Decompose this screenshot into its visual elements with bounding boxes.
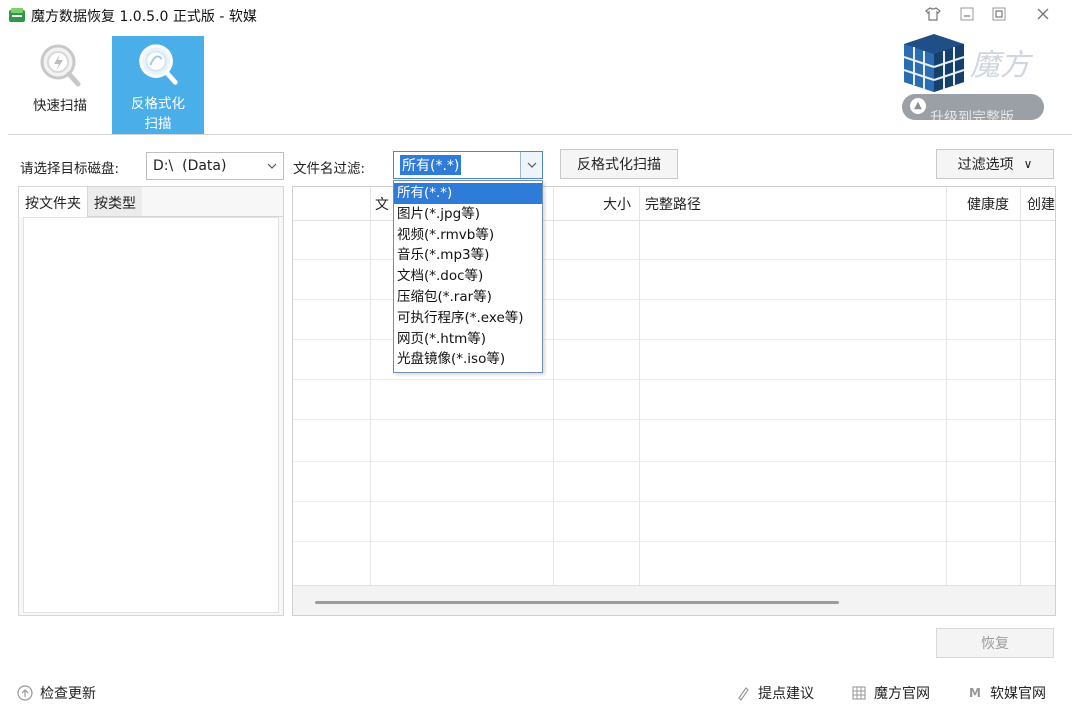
tab-by-folder[interactable]: 按文件夹 xyxy=(19,187,88,217)
upgrade-arrow-icon: ▲ xyxy=(910,98,926,114)
recover-button[interactable]: 恢复 xyxy=(936,628,1054,658)
official-site-label: 魔方官网 xyxy=(874,686,930,702)
app-window: 魔方数据恢复 1.0.5.0 正式版 - 软媒 快速扫描 反格式化 扫描 魔方 … xyxy=(0,0,1080,710)
dropdown-item-documents[interactable]: 文档(*.doc等) xyxy=(394,266,542,287)
quick-scan-icon xyxy=(40,44,81,87)
disk-select-value: D:\ (Data) xyxy=(153,158,227,174)
upgrade-button[interactable]: ▲ 升级到完整版 xyxy=(902,94,1044,120)
column-divider xyxy=(946,187,947,585)
app-icon xyxy=(9,8,25,22)
unformat-scan-icon xyxy=(139,44,178,85)
row-divider xyxy=(293,379,1055,380)
chevron-down-icon xyxy=(261,153,283,179)
column-header-created[interactable]: 创建 xyxy=(1027,187,1055,221)
ruanmei-site-label: 软媒官网 xyxy=(990,686,1046,702)
title-bar: 魔方数据恢复 1.0.5.0 正式版 - 软媒 xyxy=(0,0,1080,30)
name-filter-value: 所有(*.*) xyxy=(400,155,462,175)
quick-scan-label: 快速扫描 xyxy=(33,98,87,114)
column-header-health[interactable]: 健康度 xyxy=(967,187,1009,221)
dropdown-item-music[interactable]: 音乐(*.mp3等) xyxy=(394,245,542,266)
disk-label: 请选择目标磁盘: xyxy=(20,161,120,177)
folder-tree[interactable] xyxy=(23,217,279,613)
name-filter-dropdown: 所有(*.*) 图片(*.jpg等) 视频(*.rmvb等) 音乐(*.mp3等… xyxy=(393,180,543,373)
grid-icon xyxy=(850,684,868,702)
maximize-icon[interactable] xyxy=(986,3,1012,25)
tab-by-type[interactable]: 按类型 xyxy=(88,187,142,217)
column-divider xyxy=(1020,187,1021,585)
name-filter-label: 文件名过滤: xyxy=(293,161,366,177)
tab-bar-fill xyxy=(142,187,283,217)
row-divider xyxy=(293,461,1055,462)
mofang-logo-text: 魔方 xyxy=(970,48,1030,83)
row-divider xyxy=(293,419,1055,420)
official-site-link[interactable]: 魔方官网 xyxy=(850,683,930,703)
toolbar-divider xyxy=(8,134,1072,135)
quick-scan-button[interactable]: 快速扫描 xyxy=(14,36,106,134)
name-filter-select[interactable]: 所有(*.*) xyxy=(393,151,543,179)
filter-options-caret-icon: ∨ xyxy=(1023,157,1033,171)
feedback-link[interactable]: 提点建议 xyxy=(734,683,814,703)
left-panel: 按文件夹 按类型 xyxy=(18,186,284,616)
close-icon[interactable] xyxy=(1030,3,1056,25)
unformat-scan-button[interactable]: 反格式化 扫描 xyxy=(112,36,204,134)
pen-icon xyxy=(734,684,752,702)
column-divider xyxy=(553,187,554,585)
chevron-down-icon xyxy=(520,152,542,178)
dropdown-item-images[interactable]: 图片(*.jpg等) xyxy=(394,204,542,225)
column-header-name[interactable]: 文 xyxy=(375,187,389,221)
window-title: 魔方数据恢复 1.0.5.0 正式版 - 软媒 xyxy=(31,9,257,25)
dropdown-item-archives[interactable]: 压缩包(*.rar等) xyxy=(394,287,542,308)
unformat-scan-label-line1: 反格式化 xyxy=(131,96,185,112)
horizontal-scrollbar[interactable] xyxy=(293,585,1055,615)
dropdown-item-executables[interactable]: 可执行程序(*.exe等) xyxy=(394,308,542,329)
column-divider xyxy=(370,187,371,585)
disk-select[interactable]: D:\ (Data) xyxy=(146,152,284,180)
feedback-label: 提点建议 xyxy=(758,686,814,702)
check-update-label: 检查更新 xyxy=(40,686,96,702)
filter-options-label: 过滤选项 xyxy=(957,157,1014,173)
column-header-path[interactable]: 完整路径 xyxy=(645,187,701,221)
dropdown-item-disc-images[interactable]: 光盘镜像(*.iso等) xyxy=(394,349,542,370)
filter-options-button[interactable]: 过滤选项 ∨ xyxy=(936,149,1054,179)
shirt-icon[interactable] xyxy=(920,3,946,25)
row-divider xyxy=(293,541,1055,542)
scrollbar-thumb[interactable] xyxy=(315,601,839,604)
column-divider xyxy=(639,187,640,585)
update-arrow-icon xyxy=(16,684,34,702)
column-header-size[interactable]: 大小 xyxy=(553,187,631,221)
dropdown-item-webpages[interactable]: 网页(*.htm等) xyxy=(394,329,542,350)
minimize-icon[interactable] xyxy=(954,3,980,25)
unformat-scan-action-button[interactable]: 反格式化扫描 xyxy=(560,149,678,179)
check-update-link[interactable]: 检查更新 xyxy=(16,683,96,703)
dropdown-item-all[interactable]: 所有(*.*) xyxy=(394,183,542,204)
row-divider xyxy=(293,501,1055,502)
ruanmei-m-icon: M xyxy=(969,686,981,700)
unformat-scan-label: 反格式化 扫描 xyxy=(131,94,185,134)
unformat-scan-label-line2: 扫描 xyxy=(144,116,172,132)
dropdown-item-video[interactable]: 视频(*.rmvb等) xyxy=(394,225,542,246)
left-tab-bar: 按文件夹 按类型 xyxy=(19,187,283,217)
ruanmei-site-link[interactable]: M 软媒官网 xyxy=(966,683,1046,703)
upgrade-label: 升级到完整版 xyxy=(930,110,1014,120)
